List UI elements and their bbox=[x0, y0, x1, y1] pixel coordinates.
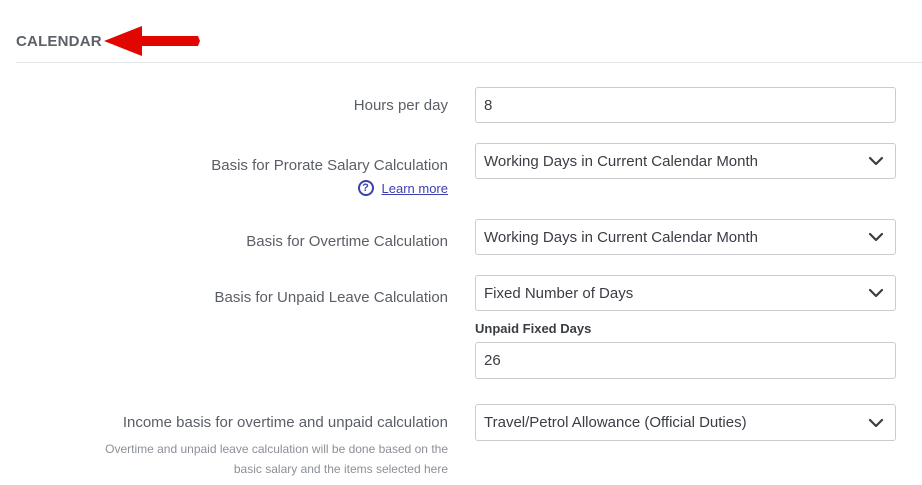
prorate-help: ? Learn more bbox=[357, 180, 448, 196]
section-title: CALENDAR bbox=[16, 33, 102, 50]
chevron-down-icon[interactable] bbox=[867, 414, 885, 432]
unpaid-fixed-days-value: 26 bbox=[484, 352, 501, 369]
prorate-basis-label: Basis for Prorate Salary Calculation bbox=[211, 157, 448, 174]
question-circle-icon[interactable]: ? bbox=[357, 180, 374, 196]
hours-per-day-input[interactable]: 8 bbox=[475, 87, 896, 123]
unpaid-basis-value: Fixed Number of Days bbox=[484, 284, 634, 302]
unpaid-basis-select[interactable]: Fixed Number of Days bbox=[475, 275, 896, 311]
overtime-basis-label: Basis for Overtime Calculation bbox=[246, 233, 448, 250]
overtime-basis-select[interactable]: Working Days in Current Calendar Month bbox=[475, 219, 896, 255]
unpaid-fixed-days-label: Unpaid Fixed Days bbox=[475, 321, 592, 336]
prorate-basis-value: Working Days in Current Calendar Month bbox=[484, 152, 759, 170]
hours-per-day-label: Hours per day bbox=[353, 97, 448, 114]
prorate-basis-select[interactable]: Working Days in Current Calendar Month bbox=[475, 143, 896, 179]
income-basis-value: Travel/Petrol Allowance (Official Duties… bbox=[484, 414, 747, 431]
chevron-down-icon[interactable] bbox=[867, 152, 885, 170]
unpaid-fixed-days-input[interactable]: 26 bbox=[475, 342, 896, 379]
chevron-down-icon[interactable] bbox=[867, 284, 885, 302]
overtime-basis-value: Working Days in Current Calendar Month bbox=[484, 228, 759, 246]
income-note-line-1: Overtime and unpaid leave calculation wi… bbox=[105, 442, 448, 456]
income-note-line-2: basic salary and the items selected here bbox=[233, 462, 448, 476]
hours-per-day-value: 8 bbox=[484, 96, 493, 114]
income-basis-note: Overtime and unpaid leave calculation wi… bbox=[8, 439, 448, 479]
section-divider bbox=[16, 62, 922, 63]
unpaid-basis-label: Basis for Unpaid Leave Calculation bbox=[214, 289, 448, 306]
red-arrow-icon bbox=[104, 26, 200, 56]
income-basis-label: Income basis for overtime and unpaid cal… bbox=[122, 414, 448, 431]
income-basis-select[interactable]: Travel/Petrol Allowance (Official Duties… bbox=[475, 404, 896, 441]
learn-more-link[interactable]: Learn more bbox=[382, 181, 448, 196]
chevron-down-icon[interactable] bbox=[867, 228, 885, 246]
